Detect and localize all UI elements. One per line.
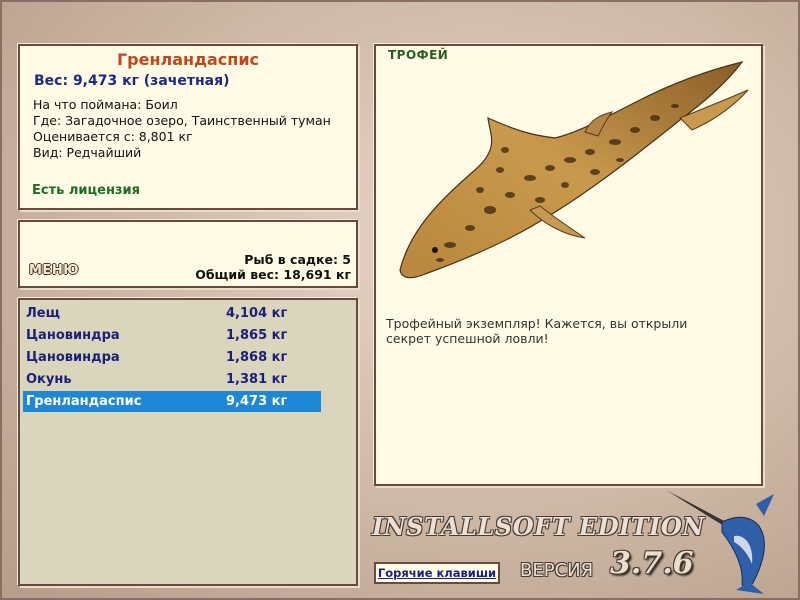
- list-item-selected[interactable]: Гренландаспис 9,473 кг: [23, 391, 321, 412]
- rated-line: Оценивается с: 8,801 кг: [33, 129, 193, 144]
- list-item-weight: 4,104 кг: [226, 306, 288, 321]
- total-weight: Общий вес: 18,691 кг: [195, 267, 351, 282]
- fish-count: Рыб в садке: 5: [244, 252, 351, 267]
- list-item[interactable]: Цановиндра 1,865 кг: [23, 325, 321, 346]
- bait-line: На что поймана: Боил: [33, 97, 178, 112]
- hotkeys-button[interactable]: Горячие клавиши: [374, 562, 500, 584]
- list-item[interactable]: Окунь 1,381 кг: [23, 369, 321, 390]
- keepnet-stats: Рыб в садке: 5 Общий вес: 18,691 кг: [195, 252, 351, 282]
- kind-line: Вид: Редчайший: [33, 145, 142, 160]
- list-item-name: Лещ: [26, 306, 60, 321]
- edition-logo: INSTALLSOFT EDITION: [372, 512, 705, 541]
- fish-weight: Вес: 9,473 кг (зачетная): [34, 73, 230, 89]
- list-item-name: Окунь: [26, 372, 72, 387]
- fish-info-panel: Гренландаспис Вес: 9,473 кг (зачетная) Н…: [18, 44, 358, 210]
- keepnet-panel: МЕНЮ Рыб в садке: 5 Общий вес: 18,691 кг: [18, 220, 358, 288]
- trophy-description: Трофейный экземпляр! Кажется, вы открыли…: [386, 316, 688, 346]
- list-item-weight: 9,473 кг: [226, 394, 288, 409]
- version-label: ВЕРСИЯ: [520, 560, 594, 581]
- list-item-weight: 1,381 кг: [226, 372, 288, 387]
- menu-button[interactable]: МЕНЮ: [29, 263, 79, 278]
- fish-illustration: [399, 61, 749, 279]
- list-item-weight: 1,865 кг: [226, 328, 288, 343]
- marlin-logo-icon: [666, 490, 774, 594]
- fish-name: Гренландаспис: [116, 50, 260, 69]
- list-item-name: Цановиндра: [26, 328, 120, 343]
- catch-list: Лещ 4,104 кг Цановиндра 1,865 кг Цановин…: [18, 298, 358, 586]
- list-item[interactable]: Цановиндра 1,868 кг: [23, 347, 321, 368]
- list-item-name: Цановиндра: [26, 350, 120, 365]
- list-item-name: Гренландаспис: [26, 394, 142, 409]
- license-status: Есть лицензия: [32, 183, 140, 198]
- trophy-panel: ТРОФЕЙ Трофейный экземпляр! Кажется, вы …: [374, 44, 763, 486]
- place-line: Где: Загадочное озеро, Таинственный тума…: [33, 113, 331, 128]
- list-item[interactable]: Лещ 4,104 кг: [23, 303, 321, 324]
- list-item-weight: 1,868 кг: [226, 350, 288, 365]
